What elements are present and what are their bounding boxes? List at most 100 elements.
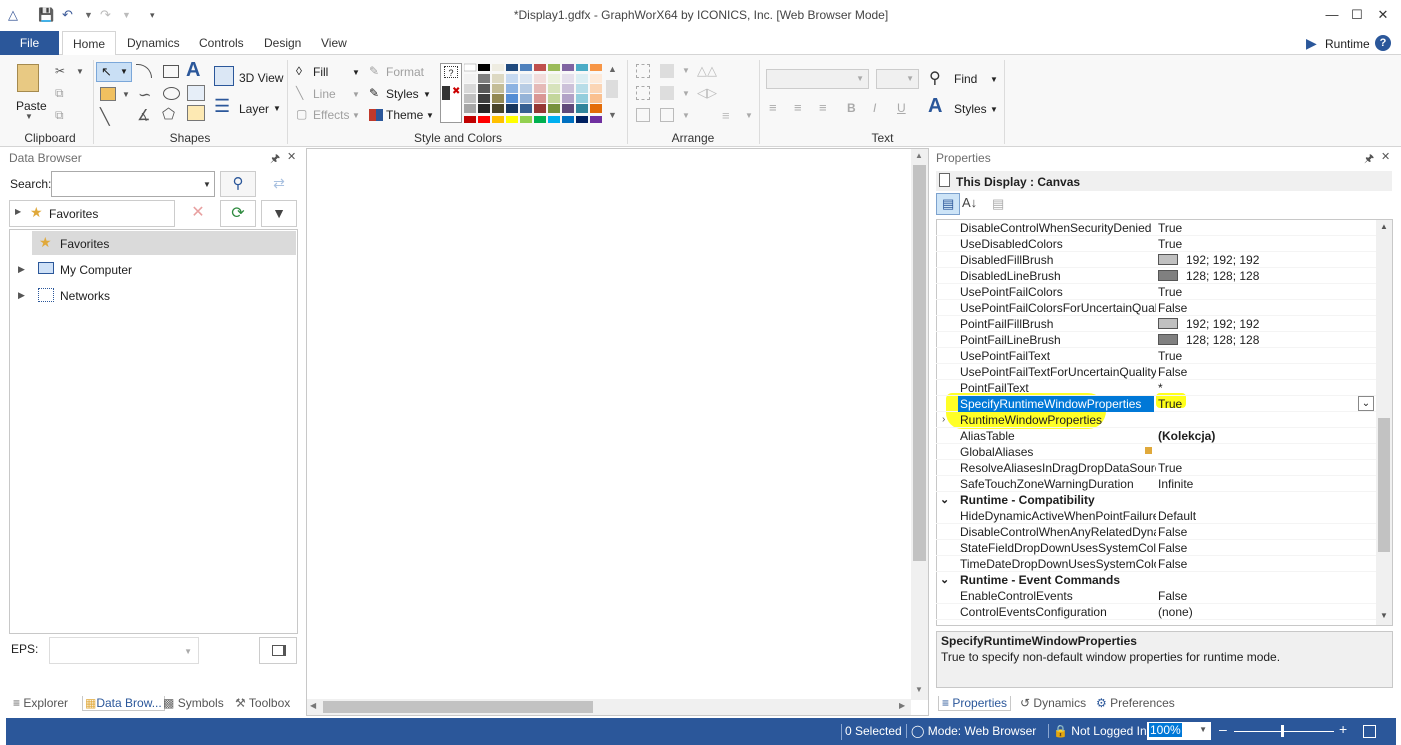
property-value[interactable]: True [1158,460,1368,476]
pin-icon[interactable]: 🖈 [270,150,280,169]
property-value[interactable]: False [1158,588,1368,604]
property-row[interactable]: EnableControlEvents False [936,588,1376,604]
tree-item-my-computer[interactable]: My Computer [60,263,132,277]
property-row[interactable]: UsePointFailColors True [936,284,1376,300]
property-value[interactable]: False [1158,556,1368,572]
zoom-select[interactable]: 100% ▼ [1147,722,1211,740]
property-value[interactable]: 128; 128; 128 [1158,268,1368,284]
effects-dropdown-icon[interactable]: ▼ [352,111,360,120]
property-row[interactable]: AliasTable (Kolekcja) [936,428,1376,444]
property-row[interactable]: TimeDateDropDownUsesSystemColors False [936,556,1376,572]
property-value[interactable]: Default [1158,508,1368,524]
align-dropdown-icon[interactable]: ▼ [682,111,690,120]
property-row[interactable]: ControlEventsConfiguration (none) [936,604,1376,620]
scroll-up-icon[interactable]: ▲ [1380,222,1388,231]
runtime-play-icon[interactable]: ▶ [1306,35,1317,52]
rotate-icon[interactable]: ◁▷ [697,85,717,101]
property-row[interactable]: DisableControlWhenAnyRelatedDynamicsFals… [936,524,1376,540]
line-button[interactable]: Line [313,87,336,101]
layer-button[interactable]: Layer [239,102,269,116]
color-palette[interactable] [463,63,606,125]
delete-favorite-icon[interactable]: ✕ [180,200,216,227]
property-value[interactable]: True [1158,396,1368,412]
tab-symbols[interactable]: ▩ Symbols [163,696,224,710]
fill-shape-dropdown-icon[interactable]: ▼ [122,90,130,99]
text-styles-button[interactable]: Styles [954,102,987,116]
align-center-icon[interactable]: ≡ [794,100,802,115]
palette-scroll-thumb[interactable] [606,80,618,98]
search-dropdown-icon[interactable]: ▼ [203,180,211,189]
palette-scroll-up-icon[interactable]: ▲ [608,64,617,74]
binoculars-icon[interactable]: ⚲ [929,68,941,88]
property-row[interactable]: PointFailLineBrush 128; 128; 128 [936,332,1376,348]
fill-icon[interactable]: ◊ [296,64,302,78]
tree-item-favorites[interactable]: Favorites [60,237,109,251]
tab-controls[interactable]: Controls [189,31,254,55]
size-icon[interactable] [636,108,650,122]
close-button[interactable]: ✕ [1373,6,1393,24]
theme-button[interactable]: Theme [386,108,423,122]
zoom-slider-thumb[interactable] [1281,725,1284,737]
fit-to-window-icon[interactable] [1363,725,1376,738]
underline-button[interactable]: U [897,101,906,115]
eps-select[interactable]: ▼ [49,637,199,664]
find-dropdown-icon[interactable]: ▼ [990,75,998,84]
effects-button[interactable]: Effects [313,108,349,122]
text-styles-dropdown-icon[interactable]: ▼ [990,105,998,114]
styles-icon[interactable]: ✎ [369,86,379,100]
property-row[interactable]: UsePointFailColorsForUncertainQuality Fal… [936,300,1376,316]
display-canvas[interactable] [306,148,929,716]
property-value[interactable]: False [1158,364,1368,380]
property-value[interactable]: * [1158,380,1368,396]
font-size-select[interactable]: ▼ [876,69,919,89]
paste-icon[interactable] [17,64,39,92]
tab-explorer[interactable]: ≡ Explorer [13,696,68,710]
tab-toolbox[interactable]: ⚒ Toolbox [235,696,290,710]
styles-button[interactable]: Styles [386,87,419,101]
flip-icon[interactable]: △△ [697,63,717,79]
scroll-left-icon[interactable]: ◀ [310,701,316,710]
theme-dropdown-icon[interactable]: ▼ [426,111,434,120]
property-row[interactable]: UsePointFailText True [936,348,1376,364]
send-to-back-icon[interactable] [660,86,674,100]
property-value[interactable]: True [1158,284,1368,300]
tab-design[interactable]: Design [254,31,311,55]
search-button[interactable]: ⚲ [220,171,256,197]
property-value[interactable]: True [1158,220,1368,236]
property-value[interactable]: False [1158,300,1368,316]
effects-icon[interactable]: ▢ [296,107,307,121]
bring-to-front-icon[interactable] [660,64,674,78]
file-tab[interactable]: File [0,31,59,55]
font-family-select[interactable]: ▼ [766,69,869,89]
property-value[interactable]: False [1158,540,1368,556]
properties-scrollbar[interactable]: ▲ ▼ [1376,220,1392,625]
tab-dynamics-pane[interactable]: ↺ Dynamics [1020,696,1086,710]
scroll-right-icon[interactable]: ▶ [899,701,905,710]
tree-item-networks[interactable]: Networks [60,289,110,303]
eyedropper-icon[interactable] [442,86,450,100]
fill-shape-tool-icon[interactable] [100,87,116,101]
help-icon[interactable]: ? [1375,35,1391,51]
zoom-out-button[interactable]: – [1219,721,1227,737]
text-styles-icon[interactable]: A [928,95,942,118]
property-value[interactable]: 128; 128; 128 [1158,332,1368,348]
property-value[interactable]: 192; 192; 192 [1158,252,1368,268]
group-objects-icon[interactable] [636,64,650,78]
scroll-down-icon[interactable]: ▼ [915,685,923,694]
favorites-combo[interactable]: ▶ ★ Favorites [9,200,175,227]
property-row[interactable]: PointFailText * [936,380,1376,396]
paste-dropdown-icon[interactable]: ▼ [25,112,33,121]
format-button[interactable]: Format [386,65,424,79]
collapse-icon[interactable]: ⌄ [940,572,949,588]
layer-dropdown-icon[interactable]: ▼ [273,104,281,113]
fill-dropdown-icon[interactable]: ▼ [352,68,360,77]
property-row[interactable]: ResolveAliasesInDragDropDataSource True [936,460,1376,476]
find-button[interactable]: Find [954,72,977,86]
property-value[interactable]: (none) [1158,604,1368,620]
ellipsis-marker-icon[interactable] [1145,447,1152,454]
expand-icon[interactable]: ▶ [18,290,25,301]
close-icon[interactable]: ✕ [1381,150,1390,163]
scrollbar-thumb[interactable] [323,701,593,713]
distribute-icon[interactable]: ≡ [722,108,730,123]
symbol-tool-icon[interactable] [187,105,205,121]
